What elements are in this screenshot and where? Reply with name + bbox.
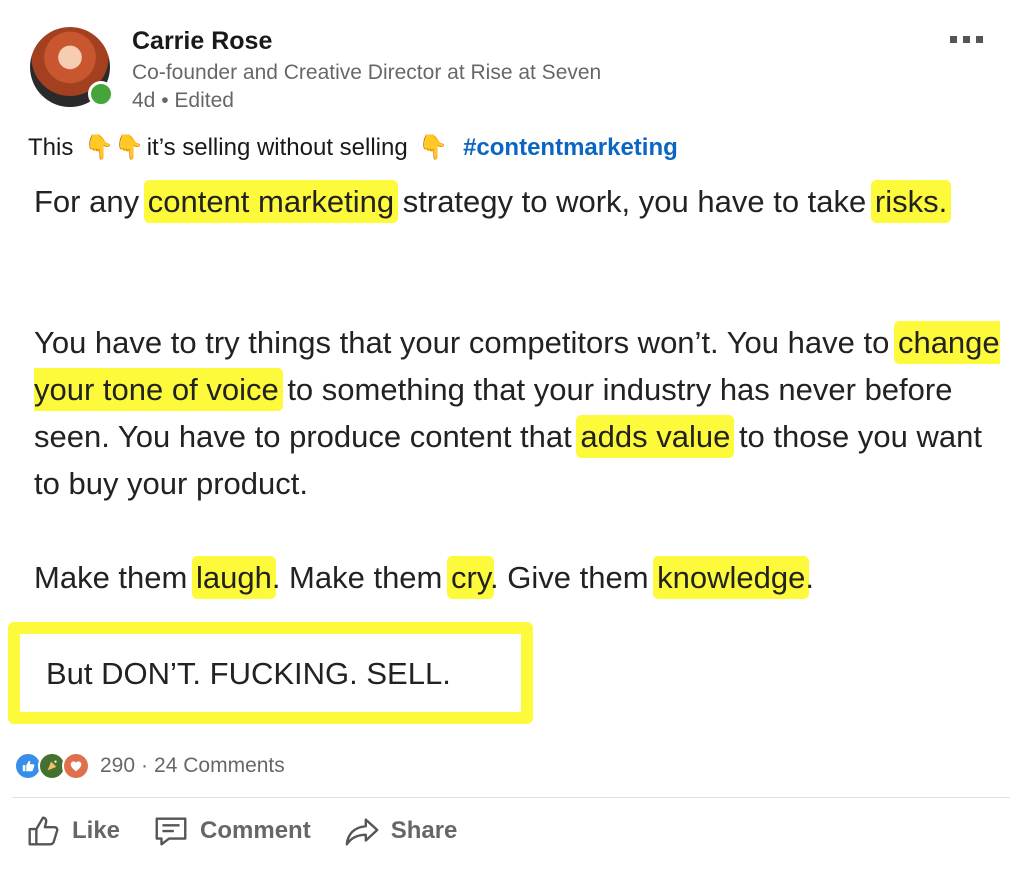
more-dot-icon [950, 35, 957, 43]
more-dot-icon [963, 35, 970, 43]
text-run: . Make them [271, 560, 451, 595]
love-reaction-icon[interactable] [62, 752, 90, 780]
boxed-text: But DON’T. FUCKING. SELL. [46, 656, 451, 691]
text-run: strategy to work, you have to take [394, 184, 875, 219]
highlighted-text: laugh [195, 560, 272, 595]
post-time: 4d [132, 89, 156, 112]
like-label: Like [72, 817, 121, 844]
author-name[interactable]: Carrie Rose [132, 27, 272, 56]
share-arrow-icon [345, 818, 379, 846]
pointing-down-icon: 👇 [114, 134, 144, 161]
post-image[interactable]: For any content marketing strategy to wo… [0, 170, 1024, 740]
highlighted-text: adds value [580, 419, 731, 454]
text-run: . Give them [490, 560, 658, 595]
image-paragraph-2: You have to try things that your competi… [34, 319, 1014, 507]
hashtag-link[interactable]: #contentmarketing [463, 134, 678, 161]
pointing-down-icon: 👇 [84, 134, 114, 161]
post-caption: This 👇👇 it’s selling without selling 👇 #… [28, 133, 678, 162]
highlight-box: But DON’T. FUCKING. SELL. [8, 622, 533, 724]
comment-label: Comment [200, 817, 311, 844]
feed-post: Carrie Rose Co-founder and Creative Dire… [0, 0, 1024, 895]
more-dot-icon [976, 35, 983, 43]
highlighted-text: cry [451, 560, 491, 595]
text-run: For any [34, 184, 148, 219]
avatar[interactable] [30, 27, 114, 109]
highlighted-text: knowledge [657, 560, 806, 595]
reaction-count[interactable]: 290 [100, 754, 135, 778]
share-button[interactable]: Share [343, 812, 458, 850]
social-counts: 290 · 24 Comments [14, 752, 285, 780]
post-meta: 4d • Edited [132, 89, 234, 113]
meta-separator: • [161, 89, 169, 112]
comments-count-link[interactable]: 24 Comments [154, 754, 285, 778]
text-run: You have to try things that your competi… [34, 325, 898, 360]
like-button[interactable]: Like [24, 812, 120, 850]
image-paragraph-3: Make them laugh. Make them cry. Give the… [34, 554, 1014, 601]
count-separator: · [141, 754, 149, 777]
comment-icon [155, 817, 187, 846]
text-run: Make them [34, 560, 196, 595]
caption-text-start: This [28, 134, 74, 161]
action-bar: Like Comment Share [24, 812, 489, 850]
divider [12, 797, 1010, 798]
highlighted-text: risks. [874, 184, 948, 219]
pointing-down-icon: 👇 [418, 134, 449, 161]
edited-label: Edited [174, 89, 234, 112]
more-options-button[interactable] [950, 28, 996, 50]
caption-text-mid: it’s selling without selling [146, 134, 408, 161]
thumbs-up-icon [28, 816, 59, 846]
comment-button[interactable]: Comment [152, 812, 311, 850]
highlighted-text: content marketing [147, 184, 395, 219]
share-label: Share [390, 817, 458, 844]
image-paragraph-1: For any content marketing strategy to wo… [34, 178, 1014, 225]
author-headline: Co-founder and Creative Director at Rise… [132, 61, 602, 84]
online-status-icon [88, 81, 114, 107]
text-run: . [805, 560, 814, 595]
